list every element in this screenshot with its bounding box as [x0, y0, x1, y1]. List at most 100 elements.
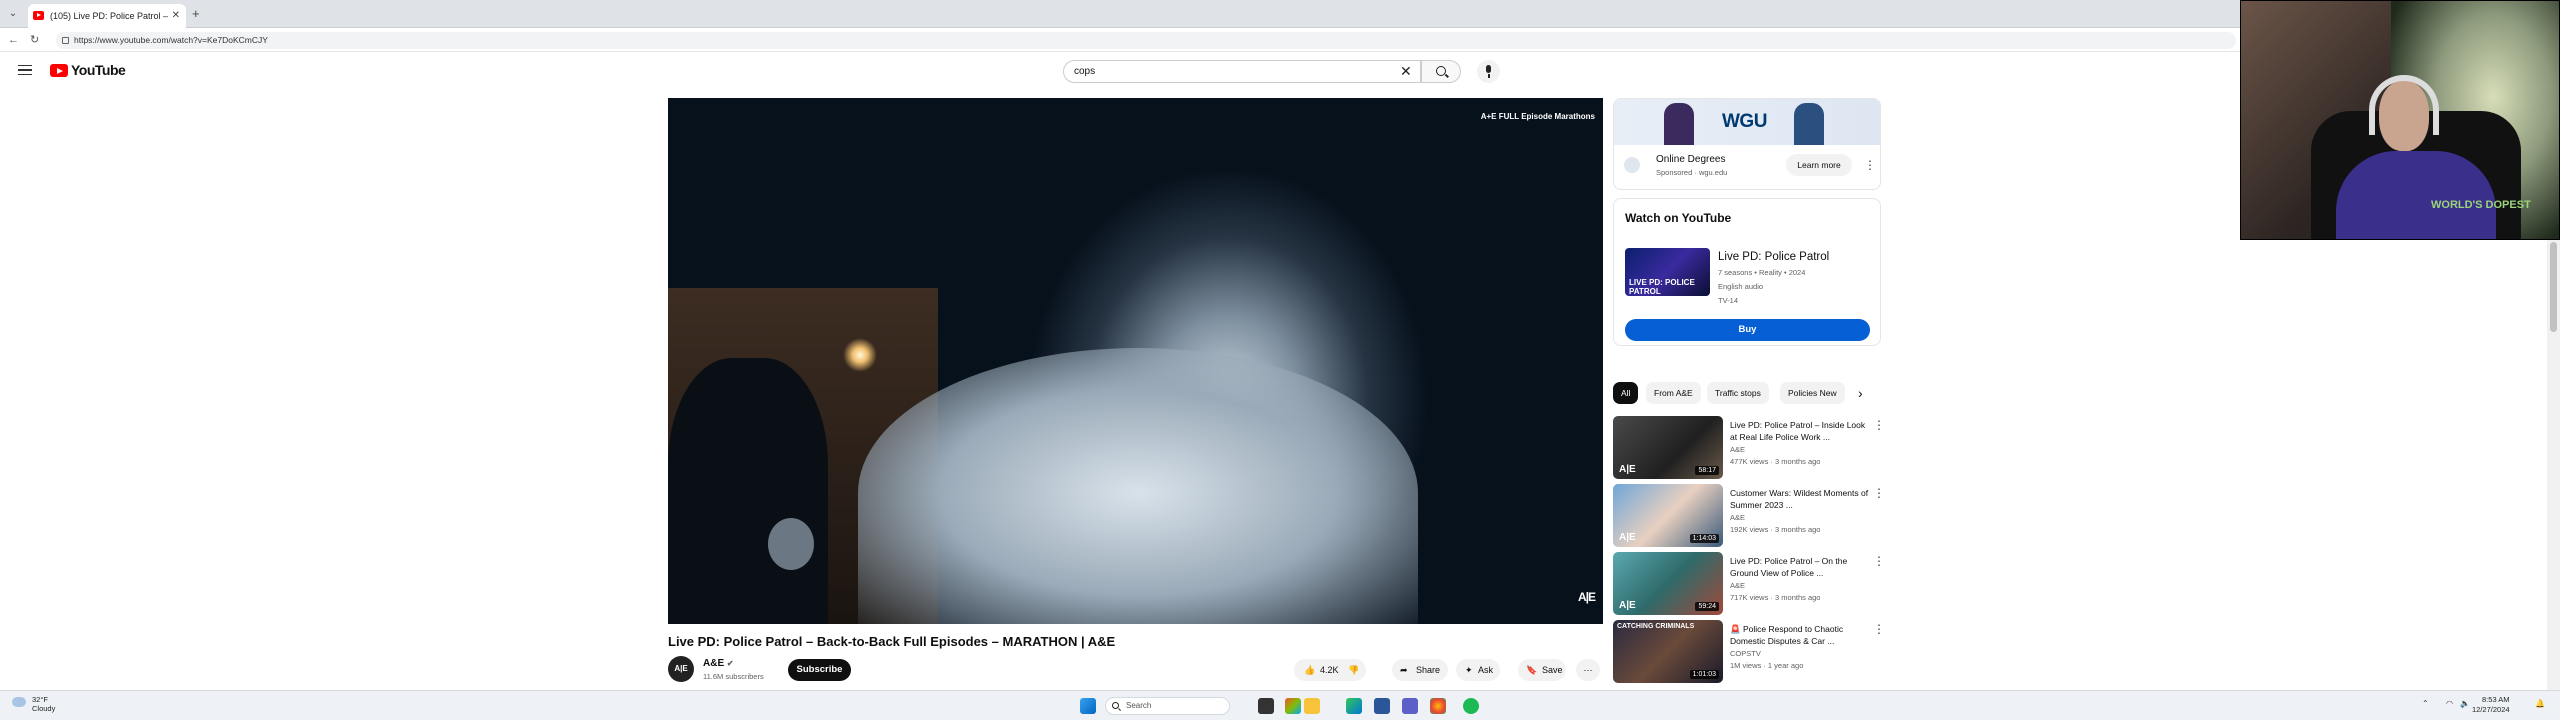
browser-tab[interactable]: (105) Live PD: Police Patrol – ✕ — [28, 4, 186, 28]
taskbar-search-icon — [1112, 702, 1119, 709]
learn-more-button[interactable]: Learn more — [1786, 154, 1852, 176]
related-title[interactable]: 🚨 Police Respond to Chaotic Domestic Dis… — [1730, 623, 1870, 647]
chip-all[interactable]: All — [1613, 382, 1639, 404]
related-thumbnail[interactable]: A|E 58:17 — [1613, 416, 1723, 479]
related-title[interactable]: Customer Wars: Wildest Moments of Summer… — [1730, 487, 1870, 511]
buy-button[interactable]: Buy — [1625, 319, 1870, 341]
taskbar-clock[interactable]: 8:53 AM 12/27/2024 — [2472, 695, 2510, 715]
browser-tab-title: (105) Live PD: Police Patrol – — [50, 11, 169, 21]
cloud-icon[interactable] — [12, 697, 26, 707]
ad-banner: WGU — [1614, 99, 1880, 145]
related-title[interactable]: Live PD: Police Patrol – On the Ground V… — [1730, 555, 1870, 579]
more-actions-button[interactable]: ⋯ — [1576, 659, 1600, 681]
search-icon — [1436, 66, 1446, 76]
watch-on-youtube-card: Watch on YouTube LIVE PD: POLICE PATROL … — [1613, 198, 1881, 346]
file-explorer-icon[interactable] — [1304, 698, 1320, 714]
video-watermark-top: A+E FULL Episode Marathons — [1480, 112, 1595, 121]
subscribe-button[interactable]: Subscribe — [788, 659, 851, 681]
edge-browser-icon[interactable] — [1346, 698, 1362, 714]
share-button[interactable]: ➦ Share — [1392, 659, 1448, 681]
show-title[interactable]: Live PD: Police Patrol — [1718, 251, 1829, 263]
related-video[interactable]: A|E 59:24 Live PD: Police Patrol – On th… — [1613, 552, 1888, 616]
store-icon[interactable] — [1374, 698, 1390, 714]
ad-more-vertical-icon[interactable]: ⋮ — [1864, 158, 1876, 172]
menu-icon[interactable] — [18, 65, 32, 75]
channel-avatar[interactable]: A|E — [668, 656, 694, 682]
related-more-vertical-icon[interactable]: ⋮ — [1873, 486, 1885, 500]
ask-button[interactable]: ✦ Ask — [1456, 659, 1500, 681]
channel-name[interactable]: A&E ✔ — [703, 658, 734, 669]
spotify-icon[interactable] — [1463, 698, 1479, 714]
related-thumbnail[interactable]: CATCHING CRIMINALS 1:01:03 — [1613, 620, 1723, 683]
related-more-vertical-icon[interactable]: ⋮ — [1873, 622, 1885, 636]
related-channel[interactable]: A&E — [1730, 581, 1745, 590]
related-more-vertical-icon[interactable]: ⋮ — [1873, 554, 1885, 568]
video-duration: 58:17 — [1695, 466, 1719, 475]
chip-traffic-stops[interactable]: Traffic stops — [1707, 382, 1769, 404]
copilot-icon[interactable] — [1285, 698, 1301, 714]
windows-start-icon[interactable] — [1080, 698, 1096, 714]
related-channel[interactable]: A&E — [1730, 445, 1745, 454]
ad-title[interactable]: Online Degrees — [1656, 154, 1725, 165]
teams-icon[interactable] — [1402, 698, 1418, 714]
chip-from-ae[interactable]: From A&E — [1646, 382, 1701, 404]
like-icon[interactable]: 👍 — [1304, 659, 1315, 681]
url-field[interactable]: https://www.youtube.com/watch?v=Ke7DoKCm… — [56, 32, 2236, 49]
tab-close-icon[interactable]: ✕ — [172, 4, 180, 28]
save-label: Save — [1542, 665, 1563, 675]
related-video[interactable]: A|E 58:17 Live PD: Police Patrol – Insid… — [1613, 416, 1888, 480]
related-video[interactable]: A|E 1:14:03 Customer Wars: Wildest Momen… — [1613, 484, 1888, 548]
video-frame-badge-patch — [768, 518, 814, 570]
notification-bell-icon[interactable]: 🔔 — [2535, 699, 2545, 708]
related-meta: 717K views · 3 months ago — [1730, 593, 1821, 602]
youtube-logo-icon[interactable] — [50, 64, 68, 77]
task-view-icon[interactable] — [1258, 698, 1274, 714]
like-count[interactable]: 4.2K — [1320, 659, 1339, 681]
tray-chevron-icon[interactable]: ⌃ — [2422, 699, 2429, 708]
sponsored-ad-card[interactable]: WGU Online Degrees Sponsored · wgu.edu L… — [1613, 98, 1881, 190]
webcam-overlay: WORLD'S DOPEST — [2240, 0, 2560, 240]
video-title: Live PD: Police Patrol – Back-to-Back Fu… — [668, 634, 1116, 649]
weather-widget[interactable]: 32°F Cloudy — [32, 695, 55, 713]
new-tab-button[interactable]: + — [192, 6, 200, 22]
chip-policies-new[interactable]: Policies New — [1780, 382, 1845, 404]
show-meta: 7 seasons • Reality • 2024 — [1718, 268, 1806, 277]
search-input[interactable]: cops — [1063, 60, 1421, 83]
voice-search-icon[interactable] — [1477, 60, 1500, 83]
thumbnail-caption: CATCHING CRIMINALS — [1617, 623, 1695, 630]
video-duration: 1:14:03 — [1689, 534, 1719, 543]
related-video[interactable]: CATCHING CRIMINALS 1:01:03 🚨 Police Resp… — [1613, 620, 1888, 684]
related-title[interactable]: Live PD: Police Patrol – Inside Look at … — [1730, 419, 1870, 443]
related-more-vertical-icon[interactable]: ⋮ — [1873, 418, 1885, 432]
back-arrow-icon[interactable]: ← — [8, 32, 19, 48]
taskbar-search-placeholder: Search — [1126, 701, 1152, 710]
related-channel[interactable]: COPSTV — [1730, 649, 1761, 658]
chrome-icon[interactable] — [1430, 698, 1446, 714]
scrollbar-thumb[interactable] — [2550, 242, 2557, 332]
video-player[interactable]: A+E FULL Episode Marathons A|E — [668, 98, 1603, 624]
related-meta: 1M views · 1 year ago — [1730, 661, 1804, 670]
taskbar-search[interactable]: Search — [1105, 697, 1230, 715]
dislike-icon[interactable]: 👎 — [1348, 659, 1359, 681]
search-button[interactable] — [1421, 60, 1461, 83]
save-button[interactable]: 🔖 Save — [1518, 659, 1566, 681]
show-thumbnail[interactable]: LIVE PD: POLICE PATROL — [1625, 248, 1710, 296]
chips-next-chevron-icon[interactable]: › — [1858, 386, 1863, 400]
refresh-icon[interactable]: ↻ — [30, 32, 39, 48]
volume-icon[interactable]: 🔈 — [2460, 699, 2470, 708]
tab-list-chevron-icon[interactable]: ⌄ — [4, 6, 22, 22]
video-watermark-logo: A|E — [1577, 590, 1596, 604]
youtube-logo-text[interactable]: YouTube — [71, 62, 126, 78]
video-duration: 1:01:03 — [1689, 670, 1719, 679]
related-channel[interactable]: A&E — [1730, 513, 1745, 522]
more-horizontal-icon: ⋯ — [1583, 665, 1593, 675]
show-audio: English audio — [1718, 282, 1764, 291]
clear-search-icon[interactable]: ✕ — [1400, 63, 1412, 79]
weather-desc: Cloudy — [32, 704, 56, 713]
thumbnail-logo: A|E — [1619, 464, 1636, 475]
show-rating: TV-14 — [1718, 296, 1739, 305]
wifi-icon[interactable]: ◠ — [2446, 699, 2453, 708]
ad-sponsored-text: Sponsored · wgu.edu — [1656, 168, 1728, 177]
related-thumbnail[interactable]: A|E 1:14:03 — [1613, 484, 1723, 547]
related-thumbnail[interactable]: A|E 59:24 — [1613, 552, 1723, 615]
